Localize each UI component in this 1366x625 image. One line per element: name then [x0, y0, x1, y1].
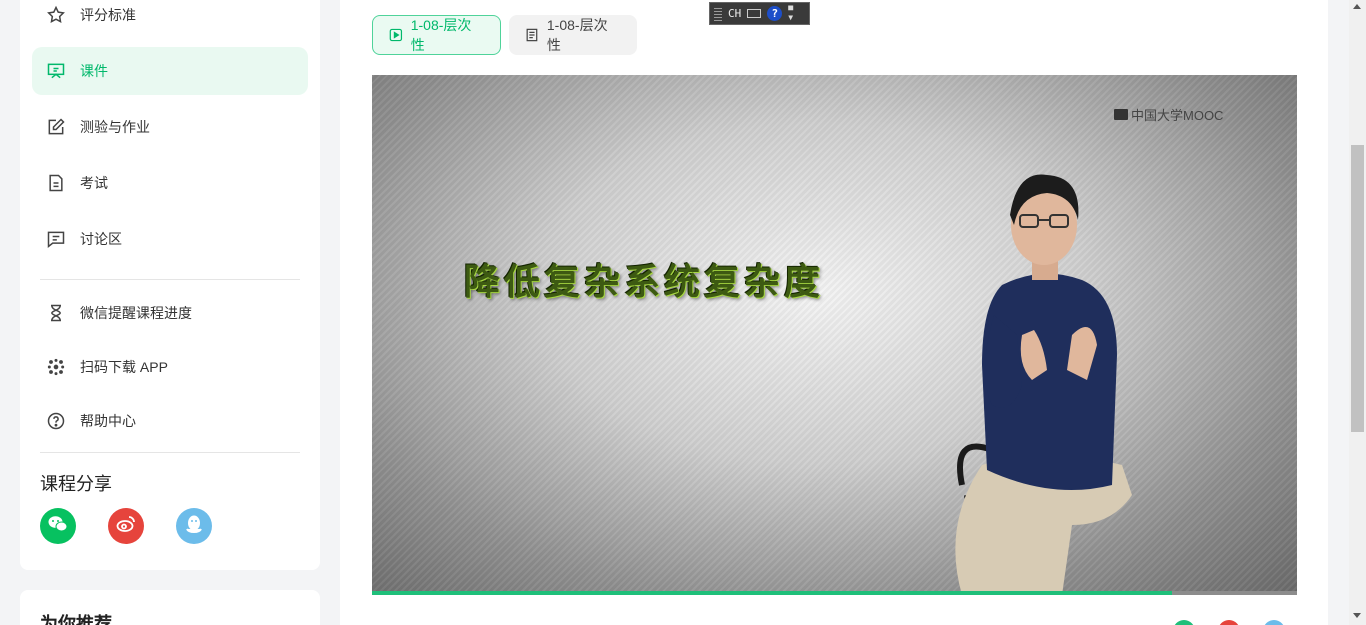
- book-icon: [1114, 109, 1128, 120]
- wechat-share-button[interactable]: [40, 508, 76, 544]
- video-progress-fill: [372, 591, 1173, 595]
- share-title: 课程分享: [40, 474, 112, 494]
- ime-options-icon[interactable]: ▀ ▼: [788, 6, 793, 21]
- scroll-up-icon[interactable]: [1353, 4, 1361, 9]
- help-icon[interactable]: ?: [767, 6, 783, 21]
- scroll-down-icon[interactable]: [1353, 613, 1361, 618]
- weibo-share-button[interactable]: [1218, 620, 1240, 625]
- sidebar-item-discussion[interactable]: 讨论区: [32, 215, 308, 263]
- drag-handle-icon[interactable]: [714, 6, 722, 21]
- qq-share-button[interactable]: [1263, 620, 1285, 625]
- sidebar-item-label: 微信提醒课程进度: [80, 305, 192, 321]
- page-scrollbar[interactable]: [1349, 0, 1366, 625]
- qrcode-icon: [46, 357, 66, 377]
- sidebar-item-help-center[interactable]: 帮助中心: [32, 397, 308, 445]
- scroll-thumb[interactable]: [1351, 145, 1364, 432]
- sidebar: 评分标准 课件 测验与作业 考试 讨论区 微信提醒课程进度 扫码下载 APP 帮…: [20, 0, 320, 570]
- ime-mode[interactable]: CH: [728, 7, 741, 20]
- weibo-share-button[interactable]: [108, 508, 144, 544]
- sidebar-item-courseware[interactable]: 课件: [32, 47, 308, 95]
- recommend-panel: 为你推荐: [20, 590, 320, 625]
- edit-icon: [46, 117, 66, 137]
- ime-toolbar[interactable]: CH ? ▀ ▼: [709, 2, 810, 25]
- weibo-icon: [114, 512, 138, 541]
- sidebar-item-label: 考试: [80, 175, 108, 191]
- video-slide-title: 降低复杂系统复杂度: [464, 261, 825, 303]
- wechat-share-button[interactable]: [1173, 620, 1195, 625]
- sidebar-item-label: 帮助中心: [80, 413, 136, 429]
- sidebar-item-label: 扫码下载 APP: [80, 359, 168, 375]
- sidebar-item-exam[interactable]: 考试: [32, 159, 308, 207]
- document-icon: [46, 173, 66, 193]
- sidebar-divider: [40, 452, 300, 453]
- recommend-title: 为你推荐: [40, 614, 112, 625]
- video-player[interactable]: 中国大学MOOC 降低复杂系统复杂度: [372, 75, 1297, 595]
- star-icon: [46, 5, 66, 25]
- chat-icon: [46, 229, 66, 249]
- sidebar-item-quiz-homework[interactable]: 测验与作业: [32, 103, 308, 151]
- tab-label: 1-08-层次性: [410, 17, 472, 53]
- sidebar-item-grading[interactable]: 评分标准: [32, 0, 308, 39]
- sidebar-item-wechat-reminder[interactable]: 微信提醒课程进度: [32, 289, 308, 337]
- help-icon: [46, 411, 66, 431]
- sidebar-item-label: 讨论区: [80, 231, 122, 247]
- hourglass-icon: [46, 303, 66, 323]
- keyboard-icon[interactable]: [747, 9, 762, 18]
- document-icon: [526, 28, 538, 42]
- sidebar-item-label: 测验与作业: [80, 119, 150, 135]
- sidebar-item-download-app[interactable]: 扫码下载 APP: [32, 343, 308, 391]
- sidebar-item-label: 评分标准: [80, 7, 136, 23]
- qq-icon: [182, 512, 206, 541]
- presenter-figure: [955, 174, 1132, 595]
- watermark-text: 中国大学MOOC: [1131, 108, 1224, 123]
- sidebar-item-label: 课件: [80, 63, 108, 79]
- tab-label: 1-08-层次性: [546, 17, 608, 53]
- qq-share-button[interactable]: [176, 508, 212, 544]
- wechat-icon: [46, 512, 70, 541]
- tab-video[interactable]: 1-08-层次性: [372, 15, 501, 55]
- mooc-watermark: 中国大学MOOC: [1114, 105, 1223, 124]
- tab-document[interactable]: 1-08-层次性: [509, 15, 637, 55]
- video-progress-bar[interactable]: [372, 591, 1297, 595]
- main-content: 1-08-层次性 1-08-层次性 中国大学MOOC 降低复杂系统复杂度: [340, 0, 1328, 625]
- presentation-icon: [46, 61, 66, 81]
- play-icon: [389, 28, 403, 42]
- sidebar-divider: [40, 279, 300, 280]
